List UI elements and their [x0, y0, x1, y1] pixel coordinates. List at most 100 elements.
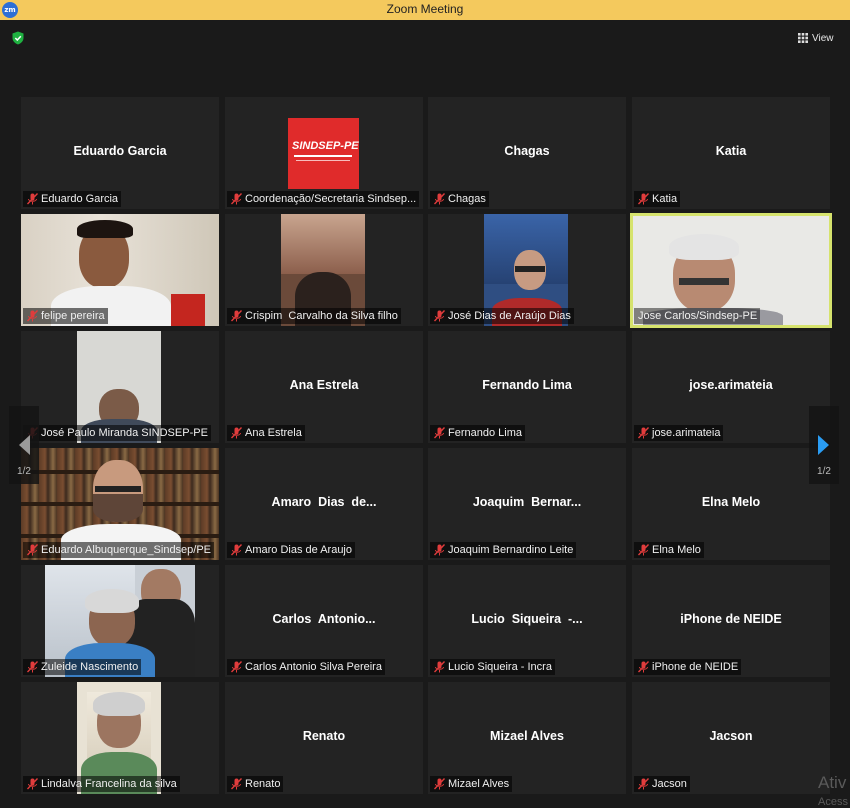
- participant-label: José Paulo Miranda SINDSEP-PE: [23, 425, 211, 441]
- participant-tile[interactable]: Carlos Antonio... Carlos Antonio Silva P…: [225, 565, 423, 677]
- window-title: Zoom Meeting: [386, 2, 464, 16]
- participant-label: Katia: [634, 191, 681, 207]
- chevron-left-icon: [19, 435, 30, 455]
- participant-label-text: Eduardo Garcia: [41, 193, 119, 205]
- participant-label-text: Mizael Alves: [448, 778, 510, 790]
- participant-tile[interactable]: Zuleide Nascimento: [21, 565, 219, 677]
- participant-tile[interactable]: iPhone de NEIDE iPhone de NEIDE: [632, 565, 830, 677]
- muted-mic-icon: [231, 661, 242, 673]
- participant-tile[interactable]: jose.arimateia jose.arimateia: [632, 331, 830, 443]
- participant-label-text: Joaquim Bernardino Leite: [448, 544, 574, 556]
- participant-label-text: Elna Melo: [652, 544, 701, 556]
- participant-tile[interactable]: Eduardo Albuquerque_Sindsep/PE: [21, 448, 219, 560]
- participant-label-text: Coordenação/Secretaria Sindsep...: [245, 193, 417, 205]
- participant-label: Fernando Lima: [430, 425, 525, 441]
- participant-label: Lucio Siqueira - Incra: [430, 659, 555, 675]
- participant-label: Lindalva Francelina da silva: [23, 776, 180, 792]
- participant-label: Mizael Alves: [430, 776, 513, 792]
- participant-name-center: Mizael Alves: [490, 729, 564, 743]
- participant-label-text: Crispim Carvalho da Silva filho: [245, 310, 398, 322]
- participant-tile[interactable]: SINDSEP-PE Coordenação/Secretaria Sindse…: [225, 97, 423, 209]
- participant-label-text: Lindalva Francelina da silva: [41, 778, 177, 790]
- participant-tile[interactable]: Ana Estrela Ana Estrela: [225, 331, 423, 443]
- participant-name-center: Lucio Siqueira -...: [471, 612, 583, 626]
- participant-label-text: José Dias de Araújo Dias: [448, 310, 571, 322]
- participant-label: Ana Estrela: [227, 425, 305, 441]
- previous-page-button[interactable]: 1/2: [9, 406, 39, 484]
- participant-name-center: Renato: [302, 729, 346, 743]
- muted-mic-icon: [231, 544, 242, 556]
- shield-icon[interactable]: [11, 31, 25, 45]
- participant-label: Joaquim Bernardino Leite: [430, 542, 577, 558]
- grid-icon: [798, 33, 808, 43]
- participant-tile[interactable]: Lucio Siqueira -... Lucio Siqueira - Inc…: [428, 565, 626, 677]
- muted-mic-icon: [638, 544, 649, 556]
- muted-mic-icon: [27, 193, 38, 205]
- participant-label: Carlos Antonio Silva Pereira: [227, 659, 385, 675]
- participant-name-center: jose.arimateia: [689, 378, 773, 392]
- participant-label-text: Fernando Lima: [448, 427, 522, 439]
- participant-label: jose.arimateia: [634, 425, 724, 441]
- participant-tile[interactable]: Renato Renato: [225, 682, 423, 794]
- muted-mic-icon: [434, 661, 445, 673]
- participant-tile[interactable]: Mizael Alves Mizael Alves: [428, 682, 626, 794]
- participant-tile[interactable]: José Paulo Miranda SINDSEP-PE: [21, 331, 219, 443]
- participant-label: José Dias de Araújo Dias: [430, 308, 574, 324]
- participant-label: Zuleide Nascimento: [23, 659, 142, 675]
- muted-mic-icon: [231, 310, 242, 322]
- participant-label: Eduardo Garcia: [23, 191, 122, 207]
- participant-tile[interactable]: Chagas Chagas: [428, 97, 626, 209]
- participant-tile[interactable]: felipe pereira: [21, 214, 219, 326]
- participant-label-text: Zuleide Nascimento: [41, 661, 139, 673]
- participant-label-text: jose.arimateia: [652, 427, 721, 439]
- participant-tile[interactable]: Joaquim Bernar... Joaquim Bernardino Lei…: [428, 448, 626, 560]
- participant-label-text: Renato: [245, 778, 281, 790]
- title-bar: zm Zoom Meeting: [0, 0, 850, 20]
- muted-mic-icon: [27, 544, 38, 556]
- view-button[interactable]: View: [794, 28, 842, 48]
- participant-label-text: José Paulo Miranda SINDSEP-PE: [41, 427, 208, 439]
- muted-mic-icon: [231, 193, 242, 205]
- participant-tile[interactable]: Katia Katia: [632, 97, 830, 209]
- muted-mic-icon: [231, 778, 242, 790]
- participant-name-center: Chagas: [504, 144, 550, 158]
- page-indicator-left: 1/2: [17, 466, 31, 477]
- participant-name-center: Joaquim Bernar...: [472, 495, 582, 509]
- participant-label-text: Katia: [652, 193, 678, 205]
- logo-text: SINDSEP-PE: [292, 140, 359, 152]
- muted-mic-icon: [434, 193, 445, 205]
- participant-label-text: Chagas: [448, 193, 486, 205]
- muted-mic-icon: [434, 310, 445, 322]
- participant-tile[interactable]: Fernando Lima Fernando Lima: [428, 331, 626, 443]
- participant-tile[interactable]: Crispim Carvalho da Silva filho: [225, 214, 423, 326]
- muted-mic-icon: [434, 544, 445, 556]
- participant-tile[interactable]: Jacson Jacson: [632, 682, 830, 794]
- muted-mic-icon: [231, 427, 242, 439]
- participant-name-center: iPhone de NEIDE: [680, 612, 782, 626]
- participant-label: Jacson: [634, 776, 690, 792]
- muted-mic-icon: [27, 778, 38, 790]
- participant-label-text: iPhone de NEIDE: [652, 661, 739, 673]
- muted-mic-icon: [27, 310, 38, 322]
- muted-mic-icon: [27, 661, 38, 673]
- participant-label-text: Jose Carlos/Sindsep-PE: [638, 310, 758, 322]
- participant-label-text: Lucio Siqueira - Incra: [448, 661, 552, 673]
- participant-label: Elna Melo: [634, 542, 704, 558]
- participant-tile[interactable]: Lindalva Francelina da silva: [21, 682, 219, 794]
- participant-tile[interactable]: Eduardo Garcia Eduardo Garcia: [21, 97, 219, 209]
- participant-tile[interactable]: Amaro Dias de... Amaro Dias de Araujo: [225, 448, 423, 560]
- participant-label: Amaro Dias de Araujo: [227, 542, 355, 558]
- muted-mic-icon: [638, 778, 649, 790]
- muted-mic-icon: [638, 427, 649, 439]
- participant-label: Chagas: [430, 191, 489, 207]
- next-page-button[interactable]: 1/2: [809, 406, 839, 484]
- participant-label-text: Ana Estrela: [245, 427, 302, 439]
- participant-label: felipe pereira: [23, 308, 108, 324]
- muted-mic-icon: [434, 778, 445, 790]
- participant-tile[interactable]: Elna Melo Elna Melo: [632, 448, 830, 560]
- participant-tile[interactable]: José Dias de Araújo Dias: [428, 214, 626, 326]
- activation-watermark: Ativ: [818, 773, 847, 792]
- participant-tile-active-speaker[interactable]: Jose Carlos/Sindsep-PE: [630, 213, 832, 328]
- participant-label: Crispim Carvalho da Silva filho: [227, 308, 401, 324]
- view-label: View: [812, 32, 834, 44]
